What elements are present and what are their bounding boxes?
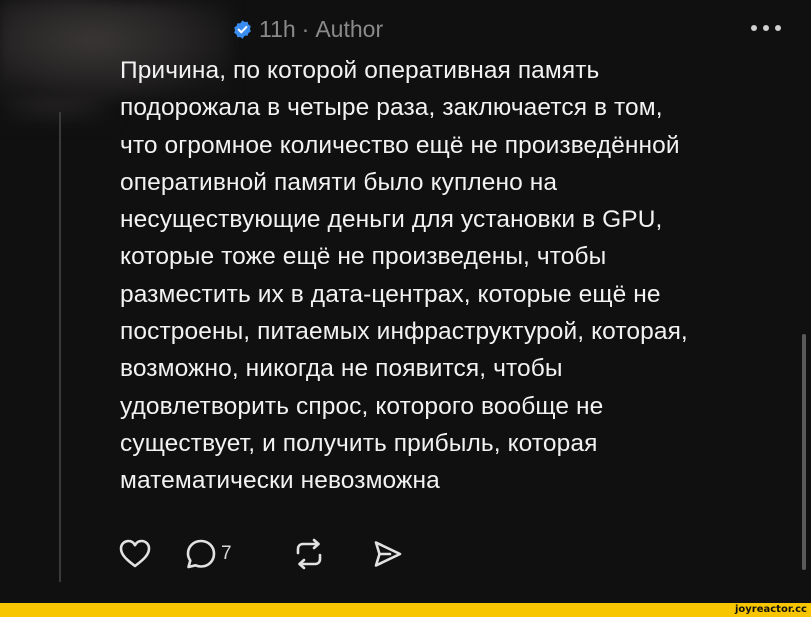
watermark-text: joyreactor.cc [734,604,807,615]
watermark-bar: joyreactor.cc [0,603,811,617]
reply-button[interactable]: 7 [184,537,292,571]
like-button[interactable] [118,537,184,571]
verified-badge-icon [234,19,251,39]
post-text-line: подорожала в четыре раза, заключается в … [120,94,663,122]
thread-line [59,112,61,582]
send-icon [374,541,402,567]
post-text: Причина, по которой оперативная память п… [120,52,790,500]
post-text-line: Причина, по которой оперативная память [120,57,600,84]
repost-button[interactable] [292,537,370,571]
heart-icon [119,539,151,568]
post-time: 11h [259,15,296,42]
post-text-line: построены, питаемых инфраструктурой, кот… [120,318,688,346]
post-text-line: разместить их в дата-центрах, которые ещ… [120,280,661,308]
post-text-line: возможно, никогда не появится, чтобы [120,355,563,383]
post-text-line: несуществующие деньги для установки в GP… [120,206,663,234]
meta-separator: · [301,15,310,42]
post-meta: 11h · Author [232,14,383,44]
comment-icon [186,539,216,569]
post-text-line: существует, и получить прибыль, которая [120,429,598,457]
scrollbar[interactable] [802,334,806,570]
post-text-line: что огромное количество ещё не произведё… [120,131,680,159]
share-button[interactable] [370,537,410,571]
thread-post-screen: 11h · Author Причина, по которой операти… [0,0,811,617]
more-icon[interactable] [748,22,784,34]
post-text-line: математически невозможна [120,467,440,495]
post-actions: 7 [118,534,410,574]
post-text-line: оперативной памяти было куплено на [120,168,558,196]
post-text-line: удовлетворить спрос, которого вообще не [120,392,604,420]
repost-icon [296,538,322,570]
reply-count: 7 [221,543,232,564]
post-text-line: которые тоже ещё не произведены, чтобы [120,243,607,271]
author-label: Author [315,15,384,42]
